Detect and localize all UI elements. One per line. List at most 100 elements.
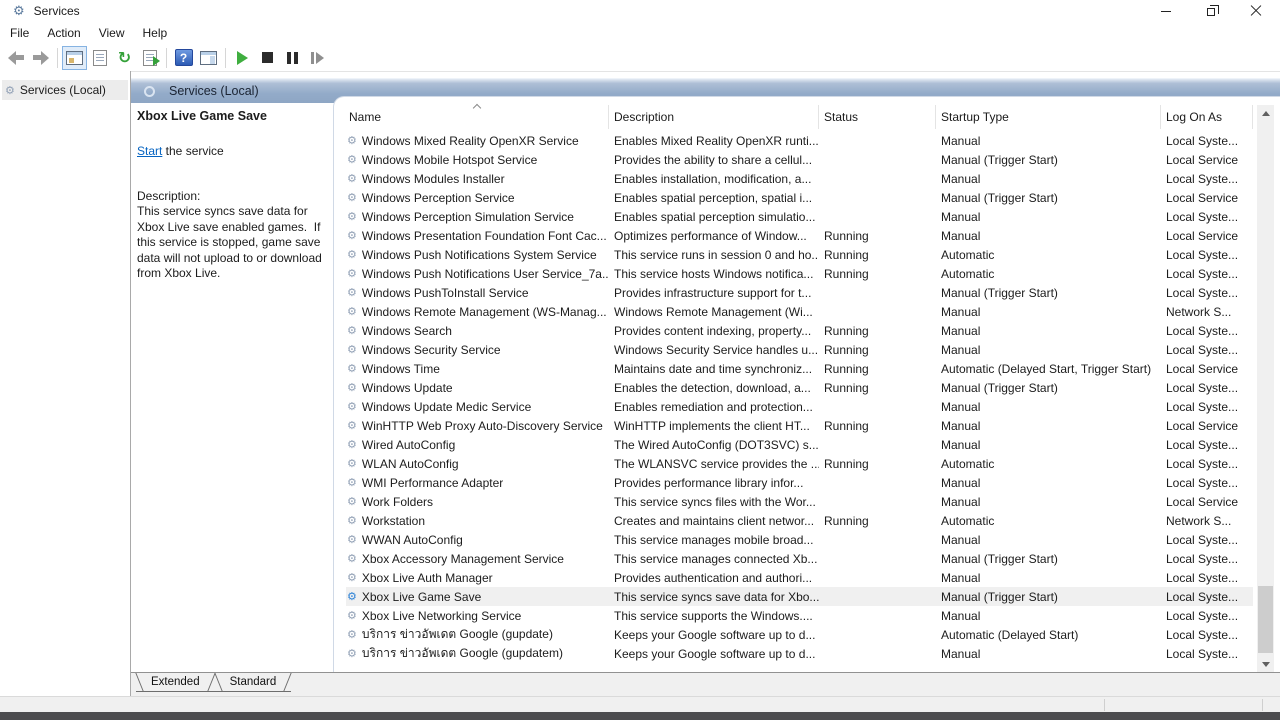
- table-row[interactable]: ⚙ Windows Push Notifications System Serv…: [346, 245, 1253, 264]
- cell-status: Running: [819, 514, 936, 528]
- restart-icon: [311, 52, 324, 64]
- action-pane-icon: [200, 51, 217, 65]
- column-header-log-on-as[interactable]: Log On As: [1161, 105, 1253, 129]
- service-gear-icon: ⚙: [347, 477, 357, 488]
- forward-button[interactable]: [28, 46, 53, 70]
- toolbar-separator: [225, 48, 226, 68]
- cell-status: Running: [819, 419, 936, 433]
- table-row[interactable]: ⚙ Windows Perception Service Enables spa…: [346, 188, 1253, 207]
- cell-name: ⚙ Windows Push Notifications System Serv…: [346, 248, 609, 262]
- cell-description: Windows Security Service handles u...: [609, 343, 819, 357]
- menu-help[interactable]: Help: [134, 22, 177, 44]
- help-button[interactable]: ?: [171, 46, 196, 70]
- table-row[interactable]: ⚙ Windows Push Notifications User Servic…: [346, 264, 1253, 283]
- table-row[interactable]: ⚙ Windows Remote Management (WS-Manag...…: [346, 302, 1253, 321]
- vertical-scrollbar[interactable]: [1257, 105, 1274, 673]
- service-name: Workstation: [362, 514, 425, 528]
- service-name: WWAN AutoConfig: [362, 533, 463, 547]
- table-row[interactable]: ⚙ Windows Modules Installer Enables inst…: [346, 169, 1253, 188]
- cell-name: ⚙ WMI Performance Adapter: [346, 476, 609, 490]
- stop-service-button[interactable]: [255, 46, 280, 70]
- service-name: WMI Performance Adapter: [362, 476, 503, 490]
- table-row[interactable]: ⚙ Workstation Creates and maintains clie…: [346, 511, 1253, 530]
- column-header-startup-type[interactable]: Startup Type: [936, 105, 1161, 129]
- table-row[interactable]: ⚙ Windows Mobile Hotspot Service Provide…: [346, 150, 1253, 169]
- show-action-pane-button[interactable]: [196, 46, 221, 70]
- service-gear-icon: ⚙: [347, 249, 357, 260]
- column-header-name[interactable]: Name: [346, 105, 609, 129]
- column-header-status[interactable]: Status: [819, 105, 936, 129]
- table-row[interactable]: ⚙ Windows Update Medic Service Enables r…: [346, 397, 1253, 416]
- column-header-description[interactable]: Description: [609, 105, 819, 129]
- table-row[interactable]: ⚙ บริการ ข่าวอัพเดต Google (gupdate) Kee…: [346, 625, 1253, 644]
- table-row[interactable]: ⚙ Wired AutoConfig The Wired AutoConfig …: [346, 435, 1253, 454]
- cell-name: ⚙ Windows Perception Service: [346, 191, 609, 205]
- table-row[interactable]: ⚙ WMI Performance Adapter Provides perfo…: [346, 473, 1253, 492]
- menu-file[interactable]: File: [1, 22, 38, 44]
- service-name: WLAN AutoConfig: [362, 457, 459, 471]
- service-gear-icon: ⚙: [347, 135, 357, 146]
- cell-name: ⚙ Windows Modules Installer: [346, 172, 609, 186]
- restart-service-button[interactable]: [305, 46, 330, 70]
- table-row[interactable]: ⚙ Windows Security Service Windows Secur…: [346, 340, 1253, 359]
- table-row[interactable]: ⚙ Windows Mixed Reality OpenXR Service E…: [346, 131, 1253, 150]
- export-list-button[interactable]: [137, 46, 162, 70]
- cell-startup-type: Automatic (Delayed Start): [936, 628, 1161, 642]
- table-row[interactable]: ⚙ WinHTTP Web Proxy Auto-Discovery Servi…: [346, 416, 1253, 435]
- table-row[interactable]: ⚙ Windows Presentation Foundation Font C…: [346, 226, 1253, 245]
- menu-action[interactable]: Action: [38, 22, 89, 44]
- cell-description: Enables spatial perception simulatio...: [609, 210, 819, 224]
- service-name: Windows PushToInstall Service: [362, 286, 529, 300]
- cell-status: Running: [819, 381, 936, 395]
- service-name: Windows Security Service: [362, 343, 501, 357]
- table-row[interactable]: ⚙ Work Folders This service syncs files …: [346, 492, 1253, 511]
- properties-button[interactable]: [87, 46, 112, 70]
- cell-log-on-as: Local Syste...: [1161, 476, 1253, 490]
- service-gear-icon: ⚙: [347, 534, 357, 545]
- cell-name: ⚙ Wired AutoConfig: [346, 438, 609, 452]
- service-name: Xbox Live Game Save: [362, 590, 481, 604]
- cell-log-on-as: Local Syste...: [1161, 628, 1253, 642]
- table-row[interactable]: ⚙ WWAN AutoConfig This service manages m…: [346, 530, 1253, 549]
- scroll-up-button[interactable]: [1257, 105, 1274, 122]
- sidebar-item-services-local[interactable]: ⚙ Services (Local): [2, 80, 128, 100]
- table-row[interactable]: ⚙ Windows PushToInstall Service Provides…: [346, 283, 1253, 302]
- cell-startup-type: Manual: [936, 134, 1161, 148]
- start-service-button[interactable]: [230, 46, 255, 70]
- pause-icon: [287, 52, 298, 64]
- table-row[interactable]: ⚙ Xbox Live Game Save This service syncs…: [346, 587, 1253, 606]
- sidebar-item-label: Services (Local): [20, 83, 106, 97]
- cell-log-on-as: Local Syste...: [1161, 324, 1253, 338]
- table-row[interactable]: ⚙ Windows Search Provides content indexi…: [346, 321, 1253, 340]
- table-row[interactable]: ⚙ บริการ ข่าวอัพเดต Google (gupdatem) Ke…: [346, 644, 1253, 663]
- service-gear-icon: ⚙: [347, 192, 357, 203]
- table-row[interactable]: ⚙ Xbox Live Networking Service This serv…: [346, 606, 1253, 625]
- table-row[interactable]: ⚙ Windows Time Maintains date and time s…: [346, 359, 1253, 378]
- cell-status: Running: [819, 343, 936, 357]
- window-title: Services: [34, 4, 80, 18]
- menu-view[interactable]: View: [90, 22, 134, 44]
- service-gear-icon: ⚙: [347, 344, 357, 355]
- table-row[interactable]: ⚙ WLAN AutoConfig The WLANSVC service pr…: [346, 454, 1253, 473]
- table-row[interactable]: ⚙ Xbox Accessory Management Service This…: [346, 549, 1253, 568]
- close-button[interactable]: [1233, 0, 1278, 22]
- scroll-down-button[interactable]: [1257, 656, 1274, 673]
- pause-service-button[interactable]: [280, 46, 305, 70]
- table-row[interactable]: ⚙ Windows Update Enables the detection, …: [346, 378, 1253, 397]
- table-row[interactable]: ⚙ Windows Perception Simulation Service …: [346, 207, 1253, 226]
- cell-log-on-as: Local Syste...: [1161, 400, 1253, 414]
- service-name: Windows Modules Installer: [362, 172, 505, 186]
- cell-log-on-as: Local Syste...: [1161, 134, 1253, 148]
- start-service-link[interactable]: Start: [137, 144, 162, 158]
- tab-standard[interactable]: Standard: [215, 673, 292, 692]
- back-button[interactable]: [3, 46, 28, 70]
- table-row[interactable]: ⚙ Xbox Live Auth Manager Provides authen…: [346, 568, 1253, 587]
- show-console-tree-button[interactable]: [62, 46, 87, 70]
- service-gear-icon: ⚙: [347, 401, 357, 412]
- tab-extended[interactable]: Extended: [136, 673, 215, 692]
- scrollbar-thumb[interactable]: [1258, 586, 1273, 653]
- refresh-button[interactable]: ↻: [112, 46, 137, 70]
- service-gear-icon: ⚙: [347, 458, 357, 469]
- minimize-button[interactable]: [1143, 0, 1188, 22]
- restore-button[interactable]: [1188, 0, 1233, 22]
